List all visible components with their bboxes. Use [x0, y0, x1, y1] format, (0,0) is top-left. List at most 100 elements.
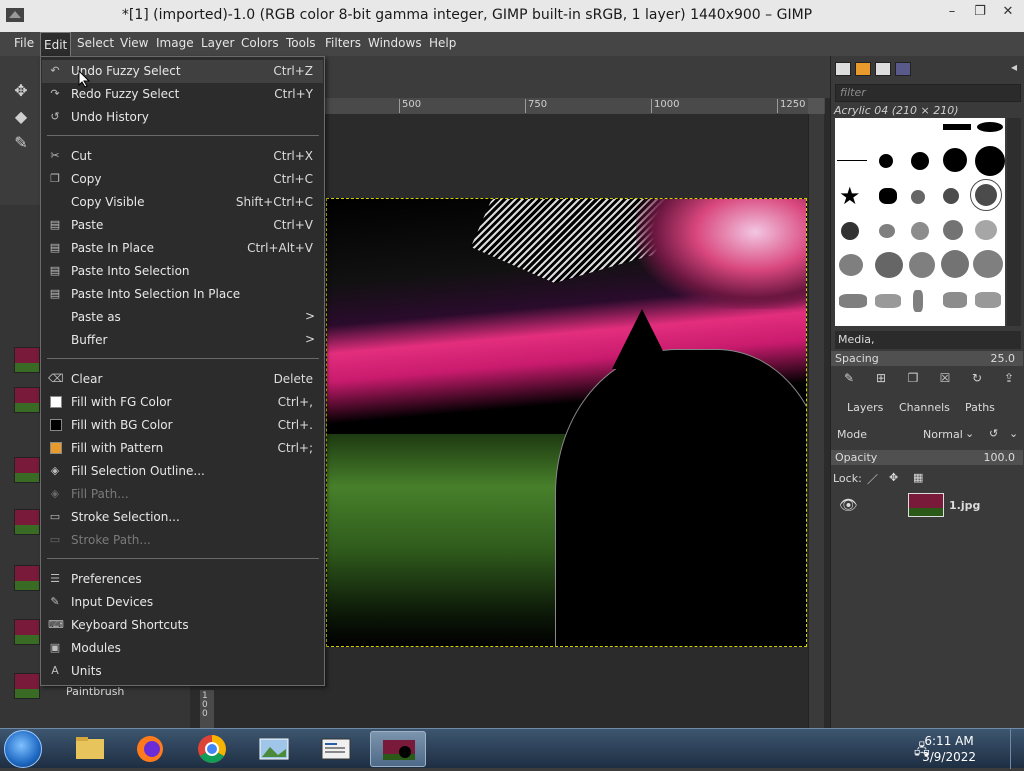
menu-item-fill-selection-outline[interactable]: ◈ Fill Selection Outline... — [42, 460, 323, 483]
menu-item-units[interactable]: A Units — [42, 660, 323, 683]
move-tool-icon[interactable]: ✥ — [10, 80, 32, 102]
brush-swatch[interactable] — [879, 154, 893, 168]
lock-alpha-icon[interactable]: ▦ — [913, 471, 923, 484]
brush-swatch[interactable] — [943, 220, 963, 240]
menu-item-fill-pattern[interactable]: Fill with Pattern Ctrl+; — [42, 437, 323, 460]
duplicate-brush-icon[interactable]: ❐ — [905, 370, 921, 386]
menu-edit[interactable]: Edit — [40, 32, 72, 56]
menu-item-fill-fg[interactable]: Fill with FG Color Ctrl+, — [42, 391, 323, 414]
reset-mode-icon[interactable]: ↺ — [989, 427, 998, 440]
menu-view[interactable]: View — [120, 36, 148, 50]
brush-swatch-selected[interactable] — [970, 179, 1002, 211]
menu-layer[interactable]: Layer — [201, 36, 234, 50]
star-brush-icon[interactable]: ★ — [839, 182, 861, 210]
menu-item-undo-history[interactable]: ↺ Undo History — [42, 106, 323, 129]
brush-swatch[interactable] — [977, 122, 1003, 132]
menu-item-paste-in-place[interactable]: ▤ Paste In Place Ctrl+Alt+V — [42, 237, 323, 260]
layer-name[interactable]: 1.jpg — [949, 499, 980, 512]
image-thumbnail[interactable] — [14, 565, 40, 591]
chrome-taskbar-button[interactable] — [184, 731, 240, 767]
menu-filters[interactable]: Filters — [325, 36, 361, 50]
brush-swatch[interactable] — [875, 252, 903, 278]
lock-position-icon[interactable]: ✥ — [889, 471, 898, 484]
menu-item-input-devices[interactable]: ✎ Input Devices — [42, 591, 323, 614]
dock-menu-icon[interactable]: ◂ — [1011, 60, 1017, 74]
delete-brush-icon[interactable]: ☒ — [937, 370, 953, 386]
photos-taskbar-button[interactable] — [246, 731, 302, 767]
brush-swatch[interactable] — [875, 294, 901, 308]
open-as-image-icon[interactable]: ⇪ — [1001, 370, 1017, 386]
fill-tool-icon[interactable]: ◆ — [10, 106, 32, 128]
chevron-down-icon[interactable]: ⌄ — [1009, 427, 1018, 440]
brush-swatch[interactable] — [839, 254, 863, 276]
gimp-taskbar-button[interactable] — [370, 731, 426, 767]
menu-item-paste[interactable]: ▤ Paste Ctrl+V — [42, 214, 323, 237]
maximize-button[interactable]: ❐ — [966, 2, 994, 22]
brush-swatch[interactable] — [975, 292, 1001, 308]
brush-swatch[interactable] — [879, 188, 897, 204]
menu-item-paste-as[interactable]: Paste as > — [42, 306, 323, 329]
brush-grid-scrollbar[interactable] — [1007, 118, 1021, 326]
menu-help[interactable]: Help — [429, 36, 456, 50]
brush-swatch[interactable] — [943, 148, 967, 172]
vertical-scrollbar[interactable] — [808, 114, 824, 728]
brush-swatch[interactable] — [911, 222, 929, 240]
menu-item-cut[interactable]: ✂ Cut Ctrl+X — [42, 145, 323, 168]
tab-paths[interactable]: Paths — [965, 401, 995, 414]
brush-swatch[interactable] — [911, 152, 929, 170]
brush-swatch[interactable] — [911, 190, 925, 204]
menu-select[interactable]: Select — [77, 36, 114, 50]
document-taskbar-button[interactable] — [308, 731, 364, 767]
brush-swatch[interactable] — [975, 220, 997, 240]
menu-image[interactable]: Image — [156, 36, 194, 50]
image-thumbnail[interactable] — [14, 347, 40, 373]
spacing-slider[interactable]: Spacing 25.0 — [831, 351, 1023, 366]
brushes-tab-icon[interactable] — [835, 62, 851, 76]
show-desktop-button[interactable] — [1010, 729, 1024, 769]
mode-select[interactable]: Normal — [923, 428, 963, 441]
menu-item-buffer[interactable]: Buffer > — [42, 329, 323, 352]
brush-swatch[interactable] — [943, 188, 959, 204]
menu-item-copy-visible[interactable]: Copy Visible Shift+Ctrl+C — [42, 191, 323, 214]
brush-swatch[interactable] — [941, 250, 969, 278]
tab-channels[interactable]: Channels — [899, 401, 950, 414]
system-clock[interactable]: 6:11 AM 3/9/2022 — [922, 733, 976, 765]
brush-swatch[interactable] — [839, 294, 867, 308]
new-brush-icon[interactable]: ⊞ — [873, 370, 889, 386]
brush-swatch[interactable] — [841, 222, 859, 240]
image-canvas[interactable] — [326, 198, 807, 647]
close-button[interactable]: ✕ — [994, 2, 1022, 22]
brush-swatch[interactable] — [879, 224, 895, 238]
menu-item-keyboard-shortcuts[interactable]: ⌨ Keyboard Shortcuts — [42, 614, 323, 637]
document-history-tab-icon[interactable] — [895, 62, 911, 76]
menu-windows[interactable]: Windows — [368, 36, 422, 50]
lock-pixels-icon[interactable]: ／ — [867, 471, 878, 487]
menu-item-stroke-selection[interactable]: ▭ Stroke Selection... — [42, 506, 323, 529]
image-thumbnail[interactable] — [14, 673, 40, 699]
opacity-slider[interactable]: Opacity 100.0 — [831, 450, 1023, 465]
image-thumbnail[interactable] — [14, 387, 40, 413]
brush-swatch[interactable] — [837, 160, 867, 161]
menu-item-clear[interactable]: ⌫ Clear Delete — [42, 368, 323, 391]
explorer-taskbar-button[interactable] — [62, 731, 118, 767]
minimize-button[interactable]: – — [938, 2, 966, 22]
brush-swatch[interactable] — [909, 252, 935, 278]
chevron-down-icon[interactable]: ⌄ — [965, 427, 974, 440]
firefox-taskbar-button[interactable] — [122, 731, 178, 767]
menu-item-modules[interactable]: ▣ Modules — [42, 637, 323, 660]
brush-tag-select[interactable]: Media, — [835, 331, 1021, 349]
menu-item-preferences[interactable]: ☰ Preferences — [42, 568, 323, 591]
menu-file[interactable]: File — [14, 36, 34, 50]
color-picker-tool-icon[interactable]: ✎ — [10, 132, 32, 154]
patterns-tab-icon[interactable] — [855, 62, 871, 76]
menu-item-paste-into-selection-in-place[interactable]: ▤ Paste Into Selection In Place — [42, 283, 323, 306]
start-button[interactable] — [4, 730, 42, 768]
tab-layers[interactable]: Layers — [847, 401, 883, 414]
image-thumbnail[interactable] — [14, 457, 40, 483]
refresh-brushes-icon[interactable]: ↻ — [969, 370, 985, 386]
image-thumbnail[interactable] — [14, 619, 40, 645]
brush-filter-input[interactable]: filter — [835, 84, 1021, 102]
brush-swatch[interactable] — [975, 146, 1005, 176]
fonts-tab-icon[interactable] — [875, 62, 891, 76]
menu-tools[interactable]: Tools — [286, 36, 316, 50]
